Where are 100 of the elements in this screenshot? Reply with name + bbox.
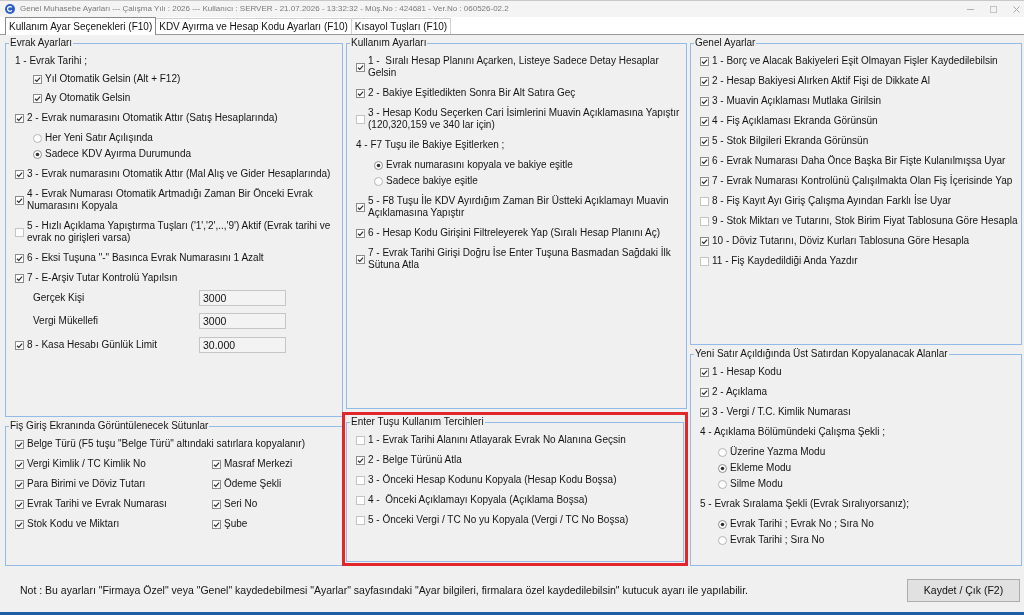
option-heading: 4 - F7 Tuşu ile Bakiye Eşitlerken ; [356, 139, 505, 151]
note-text: Not : Bu ayarları "Firmaya Özel" veya "Genel" kaydedebilmesi "Ayarlar" sayfasındaki "Ayar bilgileri, firmalara özel kaydedilebilsin" kutucuk ayarı ile yapılabilir. [20, 584, 748, 596]
checkbox-label: 8 - Kasa Hesabı Günlük Limit [27, 339, 158, 351]
checkbox[interactable] [700, 256, 709, 266]
checkbox-label: 7 - E-Arşiv Tutar Kontrolü Yapılsın [27, 272, 178, 284]
checkbox[interactable] [356, 228, 365, 238]
checkbox-label: 3 - Hesap Kodu Seçerken Cari İsimlerini Muavin Açıklamasına Yapıştır (120,320,159 ve 340 lar için) [368, 107, 681, 131]
checkbox[interactable] [356, 435, 365, 445]
checkbox[interactable] [15, 169, 24, 179]
radio-button[interactable] [718, 447, 727, 457]
checkbox[interactable] [700, 76, 709, 86]
checkbox[interactable] [700, 116, 709, 126]
checkbox-label: 7 - Evrak Tarihi Girişi Doğru İse Enter Tuşuna Basmadan Sağdaki İlk Sütuna Atla [368, 247, 672, 271]
checkbox-label: 4 - Önceki Açıklamayı Kopyala (Açıklama Boşsa) [368, 494, 588, 506]
checkbox[interactable] [356, 114, 365, 124]
checkbox[interactable] [700, 196, 709, 206]
checkbox-label: 1 - Hesap Kodu [712, 366, 782, 378]
tab[interactable]: KDV Ayırma ve Hesap Kodu Ayarları (F10) [155, 18, 352, 34]
checkbox-label: Belge Türü (F5 tuşu "Belge Türü" altındaki satırlara kopyalanır) [27, 438, 305, 450]
group-title: Genel Ayarlar [694, 37, 757, 49]
checkbox-label: 3 - Evrak numarasını Otomatik Attır (Mal Alış ve Gider Hesaplarında) [27, 168, 331, 180]
checkbox-label: 1 - Evrak Tarihi Alanını Atlayarak Evrak No Alanına Geçsin [368, 434, 626, 446]
checkbox[interactable] [15, 195, 24, 205]
radio-button[interactable] [718, 479, 727, 489]
checkbox[interactable] [700, 216, 709, 226]
checkbox[interactable] [356, 254, 365, 264]
radio-label: Sadece bakiye eşitle [386, 175, 478, 187]
input-field[interactable]: 30.000 [199, 337, 286, 353]
checkbox[interactable] [15, 459, 24, 469]
checkbox-label: Evrak Tarihi ve Evrak Numarası [27, 498, 167, 510]
checkbox[interactable] [356, 62, 365, 72]
checkbox-label: 5 - Stok Bilgileri Ekranda Görünsün [712, 135, 869, 147]
checkbox[interactable] [15, 439, 24, 449]
checkbox[interactable] [212, 459, 221, 469]
checkbox-label: 2 - Hesap Bakiyesi Alırken Aktif Fişi de Dikkate Al [712, 75, 930, 87]
radio-button[interactable] [718, 519, 727, 529]
input-field[interactable]: 3000 [199, 290, 286, 306]
checkbox[interactable] [356, 88, 365, 98]
radio-button[interactable] [33, 133, 42, 143]
group-title: Enter Tuşu Kullanım Tercihleri [350, 416, 485, 428]
checkbox[interactable] [356, 515, 365, 525]
checkbox-label: 5 - Önceki Vergi / TC No yu Kopyala (Vergi / TC No Boşsa) [368, 514, 629, 526]
radio-button[interactable] [718, 535, 727, 545]
app-logo-icon [5, 4, 15, 14]
radio-label: Sadece KDV Ayırma Durumunda [45, 148, 191, 160]
checkbox-label: 1 - Borç ve Alacak Bakiyeleri Eşit Olmayan Fişler Kaydedilebilsin [712, 55, 998, 67]
radio-label: Her Yeni Satır Açılışında [45, 132, 153, 144]
checkbox-label: 2 - Açıklama [712, 386, 768, 398]
checkbox-label: Ay Otomatik Gelsin [45, 92, 131, 104]
checkbox[interactable] [15, 273, 24, 283]
checkbox[interactable] [700, 96, 709, 106]
checkbox-label: 6 - Eksi Tuşuna "-" Basınca Evrak Numarasını 1 Azalt [27, 252, 264, 264]
checkbox-label: Masraf Merkezi [224, 458, 293, 470]
radio-button[interactable] [33, 149, 42, 159]
field-label: Vergi Mükellefi [33, 315, 100, 327]
checkbox[interactable] [700, 236, 709, 246]
checkbox-label: Ödeme Şekli [224, 478, 282, 490]
input-field[interactable]: 3000 [199, 313, 286, 329]
radio-button[interactable] [374, 176, 383, 186]
checkbox[interactable] [700, 367, 709, 377]
checkbox[interactable] [212, 499, 221, 509]
checkbox-label: 5 - Hızlı Açıklama Yapıştırma Tuşları ('1','2',..,'9') Aktif (Evrak tarihi ve evrak no girişleri varsa) [27, 220, 332, 244]
checkbox[interactable] [15, 113, 24, 123]
checkbox-label: Para Birimi ve Döviz Tutarı [27, 478, 146, 490]
checkbox[interactable] [700, 156, 709, 166]
checkbox[interactable] [212, 519, 221, 529]
checkbox[interactable] [356, 455, 365, 465]
checkbox-label: 9 - Stok Miktarı ve Tutarını, Stok Birim Fiyat Tablosuna Göre Hesapla [712, 215, 1018, 227]
group-title: Kullanım Ayarları [350, 37, 428, 49]
group-title: Fiş Giriş Ekranında Görüntülenecek Sütunlar [9, 420, 210, 432]
save-exit-button[interactable]: Kaydet / Çık (F2) [907, 578, 1020, 602]
checkbox[interactable] [15, 253, 24, 263]
checkbox[interactable] [212, 479, 221, 489]
checkbox[interactable] [700, 387, 709, 397]
checkbox[interactable] [356, 475, 365, 485]
group-title: Evrak Ayarları [9, 37, 74, 49]
checkbox[interactable] [15, 479, 24, 489]
option-heading: 5 - Evrak Sıralama Şekli (Evrak Sıralıyorsanız); [700, 498, 909, 510]
checkbox-label: 6 - Hesap Kodu Girişini Filtreleyerek Yap (Sıralı Hesap Planını Aç) [368, 227, 660, 239]
checkbox[interactable] [15, 227, 24, 237]
checkbox[interactable] [33, 74, 42, 84]
checkbox[interactable] [356, 202, 365, 212]
checkbox-label: 4 - Evrak Numarası Otomatik Artmadığı Zaman Bir Önceki Evrak Numarasını Kopyala [27, 188, 314, 212]
checkbox[interactable] [15, 499, 24, 509]
checkbox[interactable] [356, 495, 365, 505]
radio-button[interactable] [718, 463, 727, 473]
radio-button[interactable] [374, 160, 383, 170]
checkbox[interactable] [700, 407, 709, 417]
checkbox[interactable] [700, 136, 709, 146]
checkbox[interactable] [15, 519, 24, 529]
checkbox-label: 11 - Fiş Kaydedildiği Anda Yazdır [712, 255, 858, 267]
checkbox-label: 4 - Fiş Açıklaması Ekranda Görünsün [712, 115, 878, 127]
checkbox[interactable] [15, 340, 24, 350]
checkbox[interactable] [700, 176, 709, 186]
tab[interactable]: Kısayol Tuşları (F10) [350, 18, 452, 34]
checkbox-label: 2 - Bakiye Eşitledikten Sonra Bir Alt Satıra Geç [368, 87, 576, 99]
checkbox[interactable] [700, 56, 709, 66]
tab[interactable]: Kullanım Ayar Seçenekleri (F10) [5, 17, 157, 35]
checkbox[interactable] [33, 93, 42, 103]
checkbox-label: 10 - Döviz Tutarını, Döviz Kurları Tablosuna Göre Hesapla [712, 235, 970, 247]
